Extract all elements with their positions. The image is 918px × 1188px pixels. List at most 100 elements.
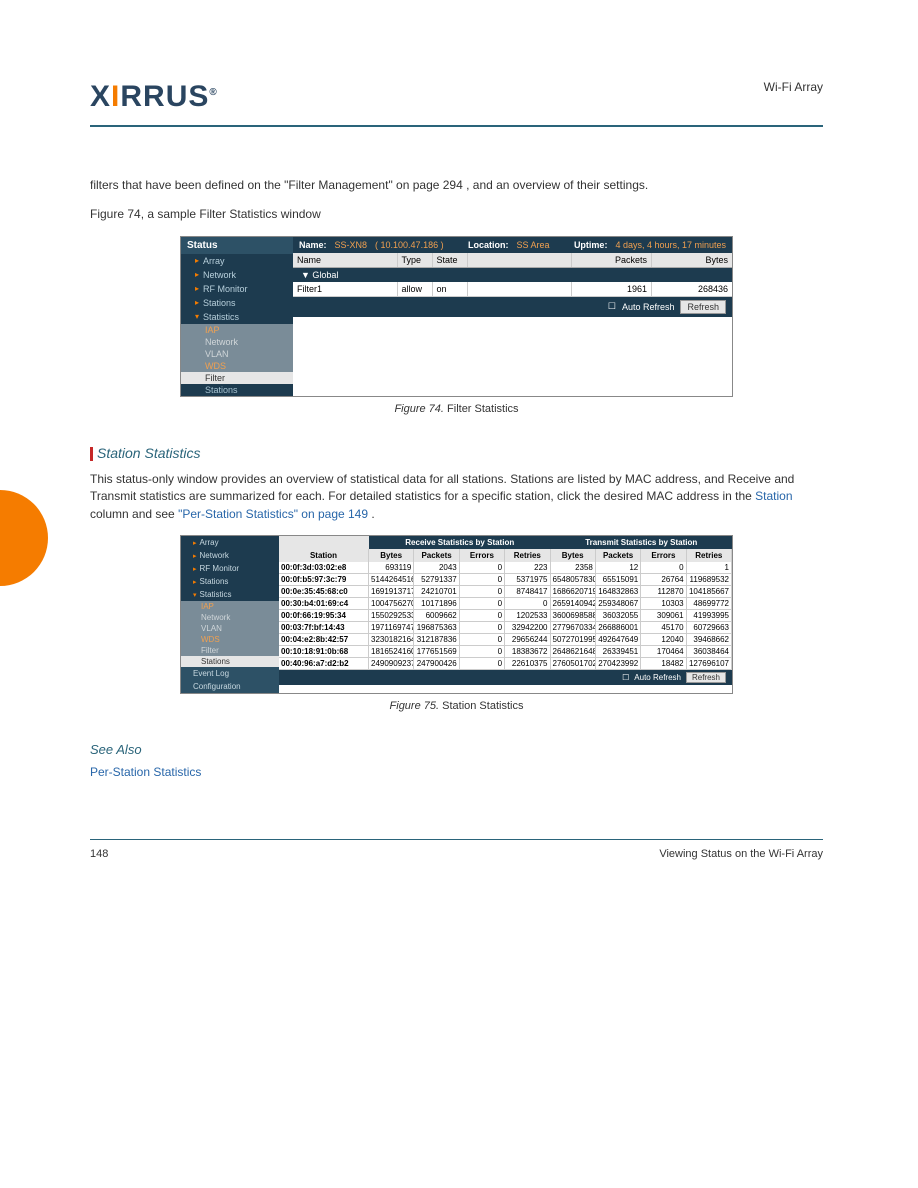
book-title: Wi-Fi Array xyxy=(764,80,823,94)
cell: 312187836 xyxy=(414,634,459,646)
sidebar-sub-stations[interactable]: Stations xyxy=(181,384,293,396)
sidebar-item-network[interactable]: ▸Network xyxy=(181,268,293,282)
cell: 0 xyxy=(460,646,505,658)
sidebar-sub-stations[interactable]: Stations xyxy=(181,656,279,667)
group-global[interactable]: ▼ Global xyxy=(293,268,732,282)
col-state: State xyxy=(433,253,468,267)
station-mac-link[interactable]: 00:40:96:a7:d2:b2 xyxy=(279,658,369,670)
cell: 693119 xyxy=(369,562,414,574)
col-tx-retries: Retries xyxy=(687,549,732,562)
figure-74-caption: Figure 74. Filter Statistics xyxy=(90,403,823,415)
table-row: Filter1 allow on 1961 268436 xyxy=(293,282,732,297)
chevron-icon: ▸ xyxy=(195,298,199,307)
cell: 39468662 xyxy=(687,634,732,646)
sidebar-item-rfmonitor[interactable]: ▸RF Monitor xyxy=(181,282,293,296)
chevron-icon: ▸ xyxy=(195,284,199,293)
station-mac-link[interactable]: 00:0f:b5:97:3c:79 xyxy=(279,574,369,586)
cell: 22610375 xyxy=(505,658,550,670)
chevron-icon: ▸ xyxy=(193,578,197,586)
chevron-down-icon: ▾ xyxy=(193,591,197,599)
col-packets: Packets xyxy=(572,253,652,267)
cell: 32942200 xyxy=(505,622,550,634)
chevron-icon: ▸ xyxy=(193,539,197,547)
refresh-button[interactable]: Refresh xyxy=(680,300,726,314)
sidebar-item-configuration[interactable]: Configuration xyxy=(181,680,279,693)
cell: 0 xyxy=(460,658,505,670)
sidebar-sub-network[interactable]: Network xyxy=(181,612,279,623)
cell: 2043 xyxy=(414,562,459,574)
refresh-button[interactable]: Refresh xyxy=(686,672,726,683)
sidebar-sub-network[interactable]: Network xyxy=(181,336,293,348)
sidebar-item-eventlog[interactable]: Event Log xyxy=(181,667,279,680)
col-name: Name xyxy=(293,253,398,267)
auto-refresh-label: Auto Refresh xyxy=(622,302,675,312)
sidebar-item-statistics[interactable]: ▾Statistics xyxy=(181,310,293,324)
sidebar-sub-wds[interactable]: WDS xyxy=(181,360,293,372)
cell: 45170 xyxy=(641,622,686,634)
cell: 1004756270 xyxy=(369,598,414,610)
logo-dot: I xyxy=(111,80,120,113)
cell-bytes: 268436 xyxy=(652,282,732,296)
filter-statistics-screenshot: Status ▸Array ▸Network ▸RF Monitor ▸Stat… xyxy=(180,236,733,397)
cell: 12040 xyxy=(641,634,686,646)
station-mac-link[interactable]: 00:30:b4:01:69:c4 xyxy=(279,598,369,610)
station-mac-link[interactable]: 00:04:e2:8b:42:57 xyxy=(279,634,369,646)
sidebar-item-stations[interactable]: ▸Stations xyxy=(181,296,293,310)
see-also-heading: See Also xyxy=(90,742,823,757)
station-mac-link[interactable]: 00:10:18:91:0b:68 xyxy=(279,646,369,658)
sidebar-item-statistics[interactable]: ▾Statistics xyxy=(181,588,279,601)
group-transmit: Transmit Statistics by Station xyxy=(551,536,733,549)
cell: 168662071943 xyxy=(551,586,596,598)
col-type: Type xyxy=(398,253,433,267)
cell: 65480578303 xyxy=(551,574,596,586)
sidebar-item-stations[interactable]: ▸Stations xyxy=(181,575,279,588)
cell: 223 xyxy=(505,562,550,574)
station-mac-link[interactable]: 00:03:7f:bf:14:43 xyxy=(279,622,369,634)
cell: 2358 xyxy=(551,562,596,574)
cell: 104185667 xyxy=(687,586,732,598)
logo-tm: ® xyxy=(209,87,217,98)
intro-paragraph: filters that have been defined on the "F… xyxy=(90,177,823,194)
cell: 41993995 xyxy=(687,610,732,622)
sidebar-item-rfmonitor[interactable]: ▸RF Monitor xyxy=(181,562,279,575)
sidebar-sub-vlan[interactable]: VLAN xyxy=(181,348,293,360)
cell: 1 xyxy=(687,562,732,574)
header: XIRRUS® Wi-Fi Array xyxy=(90,80,823,120)
station-mac-link[interactable]: 00:0f:66:19:95:34 xyxy=(279,610,369,622)
station-column-link[interactable]: Station xyxy=(755,489,792,503)
station-mac-link[interactable]: 00:0f:3d:03:02:e8 xyxy=(279,562,369,574)
station-statistics-heading: Station Statistics xyxy=(90,445,823,461)
cell: 1691913717 xyxy=(369,586,414,598)
per-station-stats-link[interactable]: "Per-Station Statistics" on page 149 xyxy=(178,507,368,521)
cell: 51442645163 xyxy=(369,574,414,586)
see-also-link[interactable]: Per-Station Statistics xyxy=(90,765,823,779)
sidebar-item-array[interactable]: ▸Array xyxy=(181,536,279,549)
sidebar-header: Status xyxy=(181,237,293,254)
sidebar: Status ▸Array ▸Network ▸RF Monitor ▸Stat… xyxy=(181,237,293,396)
footer-rule xyxy=(90,839,823,840)
sidebar-item-array[interactable]: ▸Array xyxy=(181,254,293,268)
cell: 18383672 xyxy=(505,646,550,658)
cell: 36006985880 xyxy=(551,610,596,622)
cell: 323018216484 xyxy=(369,634,414,646)
table-header: Station Bytes Packets Errors Retries Byt… xyxy=(279,549,732,562)
cell: 119689532 xyxy=(687,574,732,586)
sidebar-sub-vlan[interactable]: VLAN xyxy=(181,623,279,634)
sidebar-sub-wds[interactable]: WDS xyxy=(181,634,279,645)
cell: 10171896 xyxy=(414,598,459,610)
uptime-value: 4 days, 4 hours, 17 minutes xyxy=(615,240,726,250)
sidebar-sub-filter[interactable]: Filter xyxy=(181,372,293,384)
intro-fig-ref: Figure 74, a sample Filter Statistics wi… xyxy=(90,206,823,223)
sidebar-sub-iap[interactable]: IAP xyxy=(181,601,279,612)
col-rx-errors: Errors xyxy=(460,549,505,562)
checkbox-icon[interactable]: ☐ xyxy=(608,301,616,312)
sidebar-item-network[interactable]: ▸Network xyxy=(181,549,279,562)
footer: 148 Viewing Status on the Wi-Fi Array xyxy=(90,848,823,860)
table-group-header: Receive Statistics by Station Transmit S… xyxy=(279,536,732,549)
sidebar-sub-iap[interactable]: IAP xyxy=(181,324,293,336)
station-mac-link[interactable]: 00:0e:35:45:68:c0 xyxy=(279,586,369,598)
col-spacer xyxy=(468,253,573,267)
col-tx-bytes: Bytes xyxy=(551,549,596,562)
sidebar-sub-filter[interactable]: Filter xyxy=(181,645,279,656)
checkbox-icon[interactable]: ☐ xyxy=(622,673,629,682)
